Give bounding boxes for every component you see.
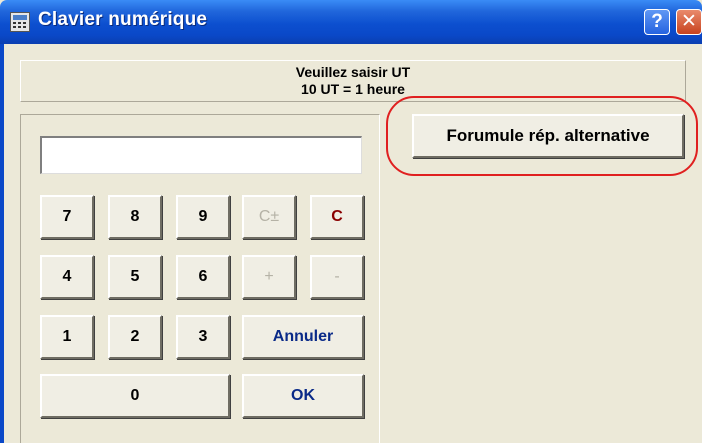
- key-8-button[interactable]: 8: [108, 195, 162, 239]
- value-input[interactable]: [40, 136, 362, 174]
- info-line-prompt: Veuillez saisir UT: [295, 64, 411, 80]
- key-3-button[interactable]: 3: [176, 315, 230, 359]
- alternative-formula-button[interactable]: Forumule rép. alternative: [412, 114, 684, 158]
- key-0-button[interactable]: 0: [40, 374, 230, 418]
- plus-button[interactable]: +: [242, 255, 296, 299]
- info-line-conversion: 10 UT = 1 heure: [301, 81, 405, 97]
- key-1-button[interactable]: 1: [40, 315, 94, 359]
- key-9-button[interactable]: 9: [176, 195, 230, 239]
- clear-button[interactable]: C: [310, 195, 364, 239]
- calculator-icon: [10, 12, 30, 32]
- annuler-button[interactable]: Annuler: [242, 315, 364, 359]
- minus-button[interactable]: -: [310, 255, 364, 299]
- window-title: Clavier numérique: [38, 9, 208, 30]
- ok-button[interactable]: OK: [242, 374, 364, 418]
- title-bar[interactable]: Clavier numérique ? ✕: [0, 0, 702, 44]
- key-4-button[interactable]: 4: [40, 255, 94, 299]
- window-frame: [0, 44, 4, 443]
- clear-sign-button[interactable]: C±: [242, 195, 296, 239]
- help-button[interactable]: ?: [644, 9, 670, 35]
- key-6-button[interactable]: 6: [176, 255, 230, 299]
- info-panel: Veuillez saisir UT 10 UT = 1 heure: [20, 60, 686, 102]
- key-2-button[interactable]: 2: [108, 315, 162, 359]
- key-7-button[interactable]: 7: [40, 195, 94, 239]
- close-button[interactable]: ✕: [676, 9, 702, 35]
- key-5-button[interactable]: 5: [108, 255, 162, 299]
